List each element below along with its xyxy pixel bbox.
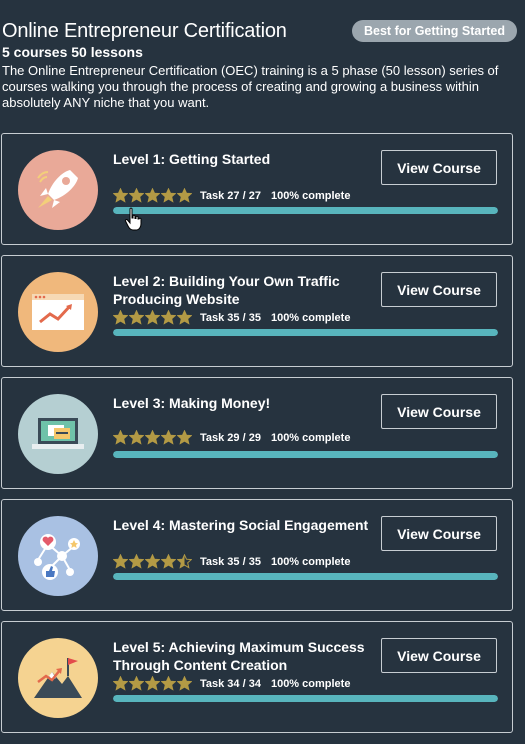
certification-description: The Online Entrepreneur Certification (O… (2, 63, 499, 110)
star-icon (145, 554, 160, 569)
star-icon (113, 310, 128, 325)
star-icon (161, 676, 176, 691)
course-title: Level 2: Building Your Own Traffic Produ… (113, 273, 340, 307)
progress-bar (113, 329, 498, 336)
completion-status: 100% complete (270, 189, 351, 202)
star-icon (129, 554, 144, 569)
star-icon (161, 310, 176, 325)
completion-status: 100% complete (270, 431, 351, 444)
website-chart-icon (18, 272, 98, 352)
progress-bar (113, 573, 498, 580)
view-course-button[interactable]: View Course (381, 150, 497, 185)
star-icon (113, 188, 128, 203)
task-count: Task 35 / 35 (200, 555, 261, 568)
view-course-button[interactable]: View Course (381, 638, 497, 673)
star-icon (113, 554, 128, 569)
star-icon (145, 188, 160, 203)
best-for-badge: Best for Getting Started (352, 20, 517, 42)
star-rating (113, 430, 192, 445)
hand-pointer-icon (124, 207, 142, 231)
star-icon (161, 430, 176, 445)
progress-fill (113, 451, 498, 458)
course-card-level-2: Level 2: Building Your Own Traffic Produ… (1, 255, 513, 367)
course-card-level-1: Level 1: Getting Started Task 27 / 27 10… (1, 133, 513, 245)
star-icon (145, 676, 160, 691)
star-icon (145, 430, 160, 445)
star-icon (129, 676, 144, 691)
task-count: Task 34 / 34 (200, 677, 261, 690)
progress-bar (113, 207, 498, 214)
star-icon (161, 554, 176, 569)
task-count: Task 35 / 35 (200, 311, 261, 324)
task-count: Task 29 / 29 (200, 431, 261, 444)
star-icon (177, 188, 192, 203)
page-title: Online Entrepreneur Certification (2, 20, 287, 42)
course-title: Level 3: Making Money! (113, 395, 271, 411)
rocket-icon (18, 150, 98, 230)
star-icon (113, 430, 128, 445)
task-count: Task 27 / 27 (200, 189, 261, 202)
star-icon (129, 310, 144, 325)
star-icon (161, 188, 176, 203)
course-card-level-4: Level 4: Mastering Social Engagement Tas… (1, 499, 513, 611)
mountain-flag-icon (18, 638, 98, 718)
completion-status: 100% complete (270, 311, 351, 324)
star-rating (113, 188, 192, 203)
progress-fill (113, 573, 498, 580)
star-rating (113, 554, 192, 569)
progress-bar (113, 451, 498, 458)
course-card-level-5: Level 5: Achieving Maximum Success Throu… (1, 621, 513, 733)
star-icon (177, 430, 192, 445)
star-icon (145, 310, 160, 325)
progress-fill (113, 207, 498, 214)
social-network-icon (18, 516, 98, 596)
progress-bar (113, 695, 498, 702)
course-meta: Task 35 / 35 100% complete (113, 554, 350, 569)
star-icon (129, 188, 144, 203)
star-icon (177, 676, 192, 691)
course-meta: Task 27 / 27 100% complete (113, 188, 350, 203)
course-meta: Task 29 / 29 100% complete (113, 430, 350, 445)
course-count: 5 courses 50 lessons (2, 44, 143, 60)
progress-fill (113, 695, 498, 702)
laptop-payment-icon (18, 394, 98, 474)
course-meta: Task 35 / 35 100% complete (113, 310, 350, 325)
star-icon (177, 554, 192, 569)
course-card-level-3: Level 3: Making Money! Task 29 / 29 100%… (1, 377, 513, 489)
progress-fill (113, 329, 498, 336)
completion-status: 100% complete (270, 555, 351, 568)
completion-status: 100% complete (270, 677, 351, 690)
star-rating (113, 676, 192, 691)
course-title: Level 1: Getting Started (113, 151, 271, 167)
course-meta: Task 34 / 34 100% complete (113, 676, 350, 691)
star-icon (177, 310, 192, 325)
course-title: Level 4: Mastering Social Engagement (113, 517, 369, 533)
view-course-button[interactable]: View Course (381, 272, 497, 307)
star-icon (113, 676, 128, 691)
view-course-button[interactable]: View Course (381, 516, 497, 551)
course-title: Level 5: Achieving Maximum Success Throu… (113, 639, 365, 673)
view-course-button[interactable]: View Course (381, 394, 497, 429)
star-rating (113, 310, 192, 325)
star-icon (129, 430, 144, 445)
